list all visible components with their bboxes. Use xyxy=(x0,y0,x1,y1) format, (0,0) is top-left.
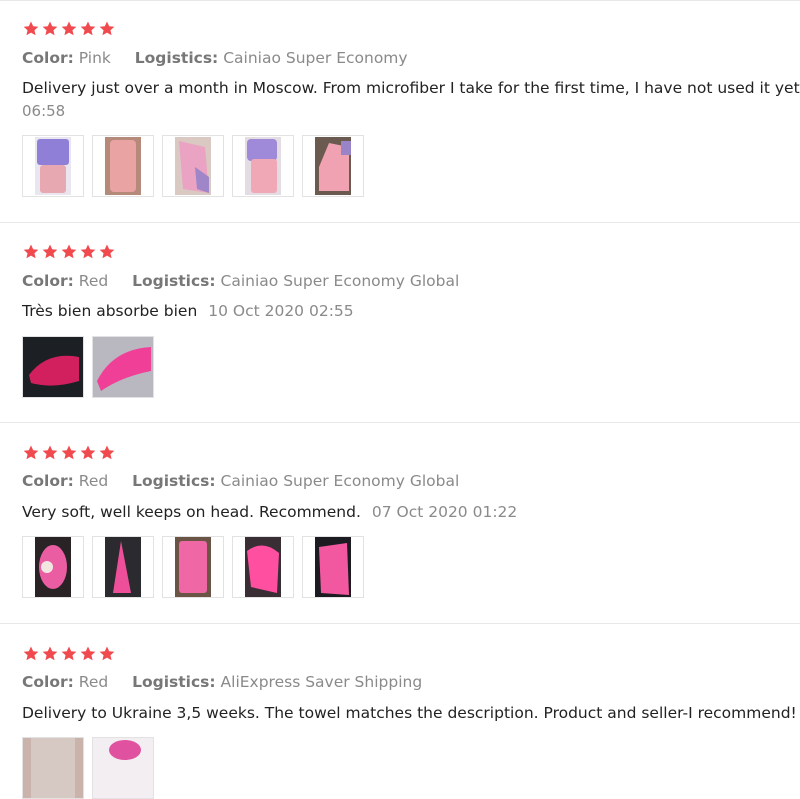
star-icon xyxy=(61,445,77,460)
review-text: Delivery just over a month in Moscow. Fr… xyxy=(22,79,800,97)
review-meta: Color: Red Logistics: Cainiao Super Econ… xyxy=(22,472,459,490)
star-rating xyxy=(22,645,116,663)
star-icon xyxy=(80,646,96,661)
color-value: Red xyxy=(78,673,109,691)
review-photo-thumbnail[interactable] xyxy=(162,135,224,197)
review-photo-thumbnail[interactable] xyxy=(22,135,84,197)
logistics-value: Cainiao Super Economy Global xyxy=(220,472,460,490)
star-icon xyxy=(42,21,58,36)
review-item: Color: Pink Logistics: Cainiao Super Eco… xyxy=(0,0,800,223)
review-time: 06:58 xyxy=(22,102,66,120)
review-item: Color: Red Logistics: Cainiao Super Econ… xyxy=(0,423,800,624)
review-text-row: Très bien absorbe bien 10 Oct 2020 02:55 xyxy=(22,302,354,320)
star-icon xyxy=(23,646,39,661)
star-icon xyxy=(80,445,96,460)
logistics-label: Logistics: xyxy=(132,272,216,290)
review-time: 07 Oct 2020 01:22 xyxy=(371,503,518,521)
review-photo-thumbnail[interactable] xyxy=(22,536,84,598)
logistics-value: Cainiao Super Economy Global xyxy=(220,272,460,290)
color-value: Red xyxy=(78,272,109,290)
review-photo-thumbnail[interactable] xyxy=(302,135,364,197)
star-icon xyxy=(99,646,115,661)
star-icon xyxy=(42,646,58,661)
review-text: Delivery to Ukraine 3,5 weeks. The towel… xyxy=(22,704,797,722)
review-photo-thumbnail[interactable] xyxy=(92,737,154,799)
star-icon xyxy=(80,21,96,36)
color-label: Color: xyxy=(22,49,74,67)
star-icon xyxy=(99,21,115,36)
logistics-value: AliExpress Saver Shipping xyxy=(220,673,423,691)
star-icon xyxy=(61,646,77,661)
review-photo-thumbnail[interactable] xyxy=(22,737,84,799)
logistics-label: Logistics: xyxy=(134,49,219,67)
review-meta: Color: Pink Logistics: Cainiao Super Eco… xyxy=(22,49,408,67)
color-value: Red xyxy=(78,472,109,490)
color-label: Color: xyxy=(22,472,74,490)
star-icon xyxy=(99,445,115,460)
star-rating xyxy=(22,243,116,261)
review-photo-thumbnail[interactable] xyxy=(232,536,294,598)
star-icon xyxy=(61,244,77,259)
review-photo-thumbnail[interactable] xyxy=(92,536,154,598)
star-icon xyxy=(23,445,39,460)
logistics-label: Logistics: xyxy=(132,472,216,490)
review-photo-thumbnail[interactable] xyxy=(92,135,154,197)
review-item: Color: Red Logistics: AliExpress Saver S… xyxy=(0,624,800,799)
review-photos xyxy=(22,336,154,398)
review-photo-thumbnail[interactable] xyxy=(302,536,364,598)
color-value: Pink xyxy=(78,49,111,67)
star-icon xyxy=(23,21,39,36)
star-icon xyxy=(42,445,58,460)
review-time: 10 Oct 2020 02:55 xyxy=(208,302,354,320)
star-icon xyxy=(80,244,96,259)
review-photo-thumbnail[interactable] xyxy=(22,336,84,398)
review-text-row: Delivery to Ukraine 3,5 weeks. The towel… xyxy=(22,704,800,722)
star-rating xyxy=(22,444,116,462)
review-photo-thumbnail[interactable] xyxy=(232,135,294,197)
star-icon xyxy=(23,244,39,259)
star-rating xyxy=(22,20,116,38)
review-text-row: Very soft, well keeps on head. Recommend… xyxy=(22,503,517,521)
star-icon xyxy=(61,21,77,36)
logistics-value: Cainiao Super Economy xyxy=(223,49,408,67)
review-photo-thumbnail[interactable] xyxy=(92,336,154,398)
star-icon xyxy=(42,244,58,259)
color-label: Color: xyxy=(22,673,74,691)
logistics-label: Logistics: xyxy=(132,673,216,691)
review-text: Très bien absorbe bien xyxy=(22,302,198,320)
review-photo-thumbnail[interactable] xyxy=(162,536,224,598)
review-meta: Color: Red Logistics: AliExpress Saver S… xyxy=(22,673,422,691)
review-item: Color: Red Logistics: Cainiao Super Econ… xyxy=(0,223,800,423)
color-label: Color: xyxy=(22,272,74,290)
review-photos xyxy=(22,536,364,598)
review-text: Very soft, well keeps on head. Recommend… xyxy=(22,503,361,521)
review-photos xyxy=(22,737,154,799)
star-icon xyxy=(99,244,115,259)
review-meta: Color: Red Logistics: Cainiao Super Econ… xyxy=(22,272,459,290)
review-photos xyxy=(22,135,364,197)
